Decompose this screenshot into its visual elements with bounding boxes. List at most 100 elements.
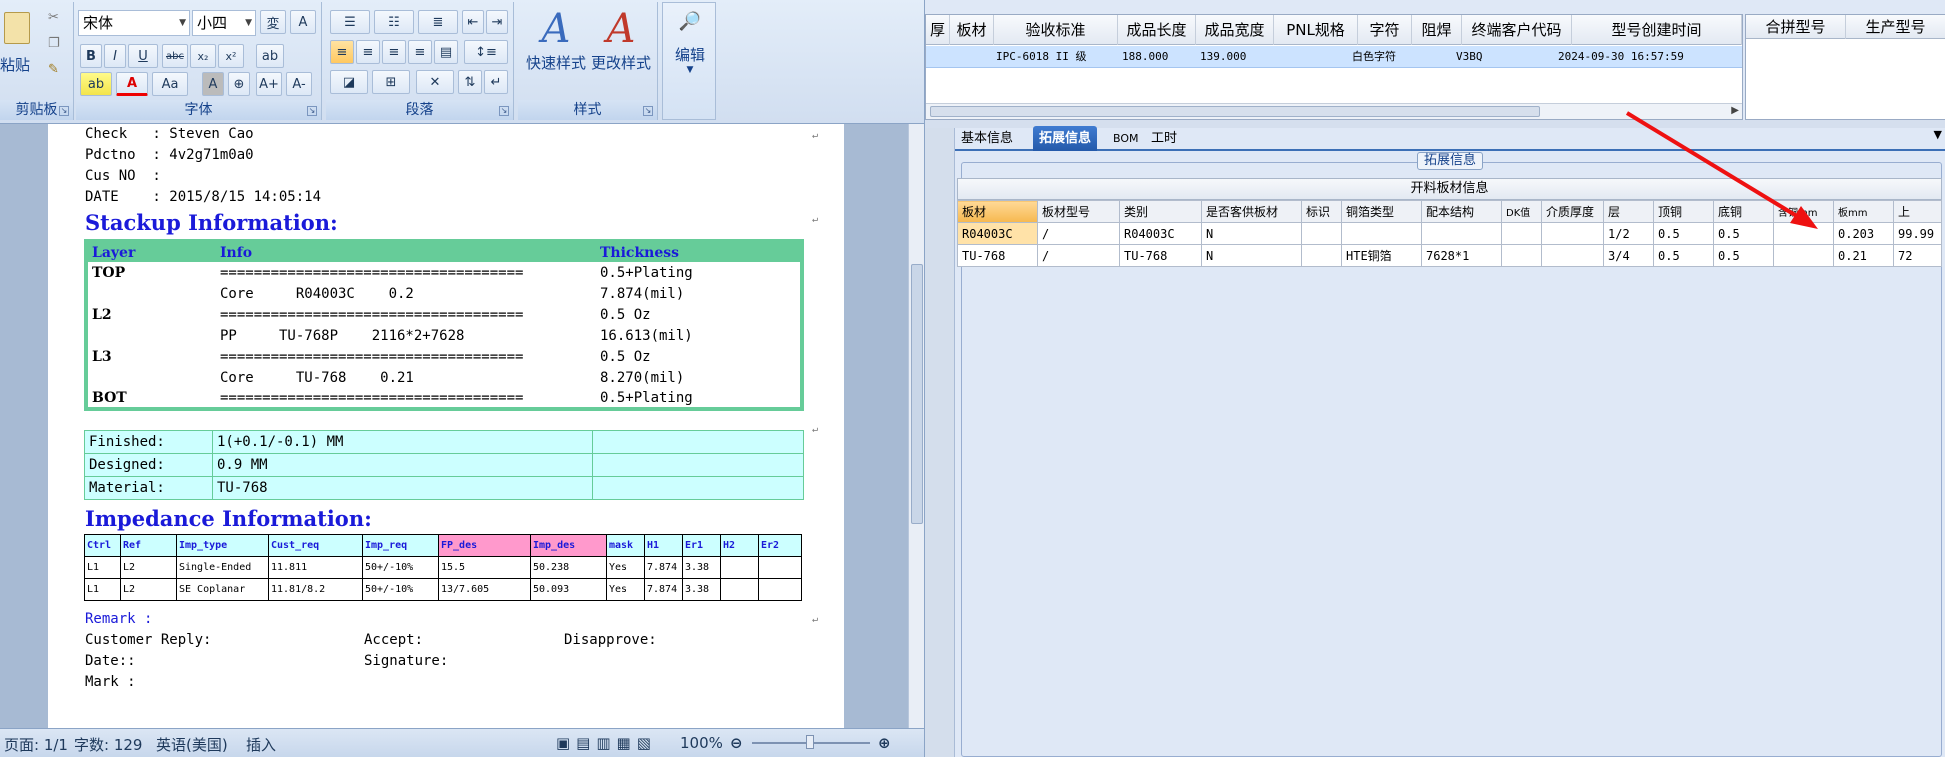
view-buttons-icon[interactable]: ▣▤▥▦▧ [556,734,657,752]
cell[interactable] [1773,222,1834,245]
merge-grid[interactable]: 合拼型号 生产型号 [1745,14,1945,120]
column-header[interactable]: 底铜 [1713,200,1774,223]
numbering-button[interactable]: ☷ [374,10,414,34]
decrease-indent-button[interactable]: ⇤ [462,10,484,34]
tab-extended-info[interactable]: 拓展信息 [1033,126,1098,151]
multilevel-list-button[interactable]: ≣ [418,10,458,34]
zoom-out-icon[interactable]: ⊖ [730,734,743,752]
cell[interactable]: 0.21 [1833,244,1894,267]
column-header[interactable]: 含铜mm [1773,200,1834,223]
sort-button[interactable]: ⇅ [458,70,482,94]
column-header[interactable]: 生产型号 [1846,15,1945,39]
cell[interactable]: 0.5 [1653,244,1714,267]
font-size-combo[interactable]: 小四 ▼ [192,10,256,36]
superscript-button[interactable]: x² [218,44,244,68]
column-header[interactable]: PNL规格 [1274,15,1358,45]
strikethrough-button[interactable]: abc [162,44,188,68]
cell[interactable] [1421,222,1502,245]
cell[interactable] [1301,222,1342,245]
column-header[interactable]: 终端客户代码 [1462,15,1572,45]
edit-button[interactable]: 🔎 编辑 ▼ [663,11,717,75]
enclose-char-button[interactable]: ⊕ [228,72,250,96]
cell[interactable]: 1/2 [1603,222,1654,245]
cell[interactable]: 72 [1893,244,1942,267]
cell[interactable]: 0.5 [1713,244,1774,267]
cell[interactable] [1341,222,1422,245]
word-count[interactable]: 字数: 129 [74,734,142,755]
material-grid[interactable]: 板材 板材型号 类别 是否客供板材 标识 铜箔类型 配本结构 DK值 介质厚度 … [957,200,1942,267]
cell[interactable]: N [1201,222,1302,245]
column-header[interactable]: DK值 [1501,200,1542,223]
cell[interactable]: 0.203 [1833,222,1894,245]
insert-mode-indicator[interactable]: 插入 [246,734,276,755]
styles-launcher-icon[interactable]: ↘ [643,106,653,116]
column-header[interactable]: 是否客供板材 [1201,200,1302,223]
cell[interactable] [1773,244,1834,267]
align-right-button[interactable]: ≡ [382,40,406,64]
distribute-button[interactable]: ▤ [434,40,458,64]
cell[interactable]: TU-768 [1119,244,1202,267]
scrollbar-thumb[interactable] [930,106,1540,117]
cell[interactable] [1501,222,1542,245]
align-left-button[interactable]: ≡ [330,40,354,64]
cell[interactable]: / [1037,222,1120,245]
column-header[interactable]: 类别 [1119,200,1202,223]
column-header[interactable]: 铜箔类型 [1341,200,1422,223]
subscript-button[interactable]: x₂ [190,44,216,68]
align-center-button[interactable]: ≡ [356,40,380,64]
clear-format-button[interactable]: A [290,10,316,34]
paragraph-launcher-icon[interactable]: ↘ [499,106,509,116]
cell[interactable]: R04003C [1119,222,1202,245]
char-shading-button[interactable]: A [202,72,224,96]
paste-icon[interactable] [4,12,30,44]
cell[interactable]: N [1201,244,1302,267]
column-header[interactable]: 介质厚度 [1541,200,1604,223]
bold-button[interactable]: B [80,44,102,68]
increase-indent-button[interactable]: ⇥ [486,10,508,34]
quick-styles-button[interactable]: A 快速样式 [524,6,588,73]
copy-icon[interactable]: ❐ [48,36,60,51]
bullets-button[interactable]: ☰ [330,10,370,34]
column-header[interactable]: 合拼型号 [1746,15,1846,39]
column-header[interactable]: 字符 [1358,15,1412,45]
tab-basic-info[interactable]: 基本信息 [955,126,1019,151]
cell[interactable]: HTE铜箔 [1341,244,1422,267]
zoom-in-icon[interactable]: ⊕ [878,734,891,752]
shrink-font-button[interactable]: A- [286,72,312,96]
cell[interactable] [1501,244,1542,267]
format-painter-icon[interactable]: ✎ [48,62,59,77]
chinese-layout-button[interactable]: ✕ [416,70,454,94]
table-row[interactable]: R04003C / R04003C N 1/2 0.5 0.5 0.203 99.99 [957,222,1942,245]
order-grid[interactable]: 厚 板材 验收标准 成品长度 成品宽度 PNL规格 字符 阻焊 终端客户代码 型… [925,14,1743,120]
scrollbar-thumb[interactable] [911,264,923,524]
column-header[interactable]: 验收标准 [994,15,1118,45]
cell[interactable]: 0.5 [1653,222,1714,245]
column-header[interactable]: 顶铜 [1653,200,1714,223]
zoom-slider-thumb[interactable] [806,735,814,749]
column-header[interactable]: 标识 [1301,200,1342,223]
cell[interactable] [1541,244,1604,267]
shading-button[interactable]: ◪ [330,70,368,94]
borders-button[interactable]: ⊞ [372,70,410,94]
cell[interactable]: 3/4 [1603,244,1654,267]
line-spacing-button[interactable]: ↕≡ [464,40,508,64]
highlight-button[interactable]: ab [80,72,112,96]
cell[interactable]: R04003C [957,222,1038,245]
column-header[interactable]: 层 [1603,200,1654,223]
column-header[interactable]: 上 [1893,200,1942,223]
change-case-button[interactable]: 変 [260,10,286,34]
page-count[interactable]: 页面: 1/1 [4,734,68,755]
paste-button[interactable]: 粘贴 [0,54,30,75]
font-color-button[interactable]: A [116,72,148,96]
column-header[interactable]: 厚 [926,15,950,45]
phonetic-button[interactable]: ab [256,44,284,68]
cell[interactable]: 99.99 [1893,222,1942,245]
cell[interactable]: / [1037,244,1120,267]
column-header[interactable]: 成品长度 [1118,15,1196,45]
column-header[interactable]: 板mm [1833,200,1894,223]
table-row[interactable]: TU-768/TU-768 N HTE铜箔 7628*1 3/4 0.5 0.5 0.21 72 [957,244,1942,267]
column-header[interactable]: 板材 [950,15,994,45]
language-indicator[interactable]: 英语(美国) [156,734,228,755]
grow-font-button[interactable]: A+ [256,72,282,96]
zoom-level[interactable]: 100% [680,734,723,752]
